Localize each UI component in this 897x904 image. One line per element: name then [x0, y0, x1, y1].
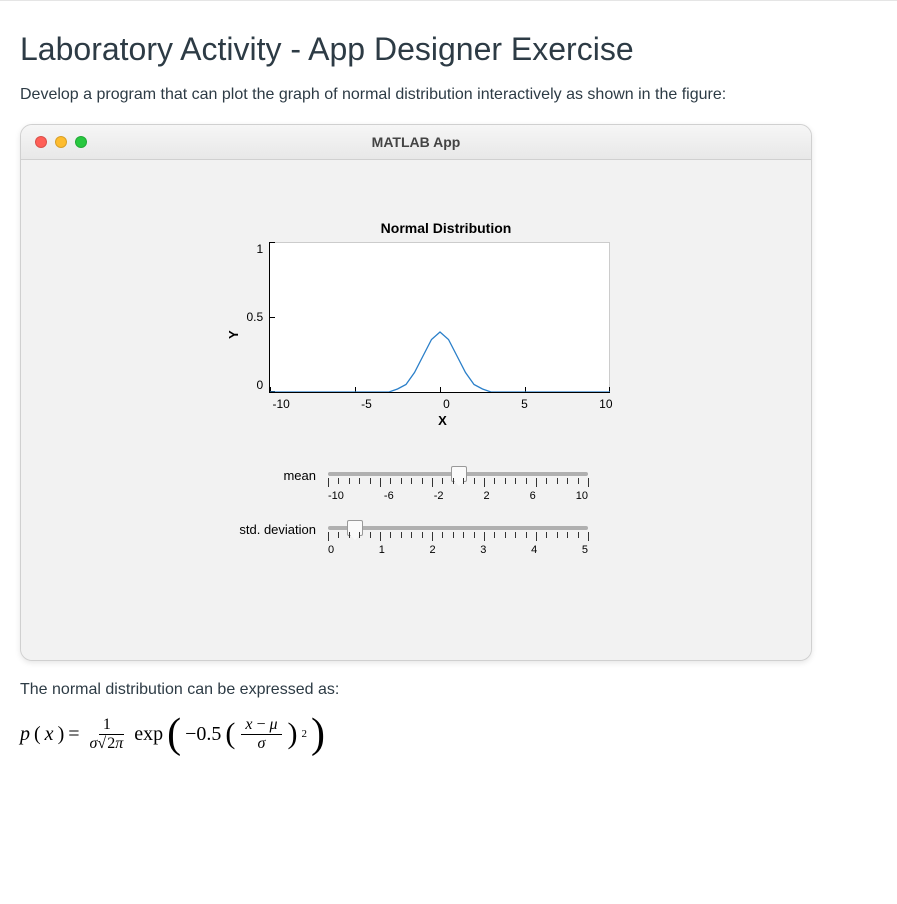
- y-tick: 0: [257, 378, 264, 392]
- page: Laboratory Activity - App Designer Exerc…: [0, 0, 897, 785]
- window-title: MATLAB App: [21, 134, 811, 150]
- controls: mean -10 -6 -2 2 6 10: [206, 468, 626, 576]
- mean-label: mean: [206, 468, 328, 483]
- plot-wrap: Y 1 0.5 0: [220, 242, 613, 428]
- mean-slider-labels: -10 -6 -2 2 6 10: [328, 490, 588, 502]
- f-frac2: x − μ σ: [241, 716, 281, 752]
- f-frac1: 1 σ√2π: [86, 716, 129, 752]
- tick-label: 2: [483, 490, 489, 502]
- mean-slider-ticks: [328, 478, 588, 488]
- f-square: 2: [302, 728, 308, 740]
- tick-label: 6: [530, 490, 536, 502]
- normal-curve: [270, 242, 610, 392]
- f-exp: exp: [134, 723, 163, 746]
- app-body: Normal Distribution Y 1 0.5 0: [21, 160, 811, 660]
- window-titlebar: MATLAB App: [21, 125, 811, 160]
- tick-label: -6: [384, 490, 394, 502]
- f-x: x: [45, 723, 54, 746]
- plot-area: [269, 242, 610, 393]
- app-window: MATLAB App Normal Distribution Y 1 0.5 0: [20, 124, 812, 661]
- tick-label: 1: [379, 544, 385, 556]
- stddev-slider-ticks: [328, 532, 588, 542]
- stddev-label: std. deviation: [206, 522, 328, 537]
- mean-slider[interactable]: [328, 472, 588, 476]
- x-tick: 10: [599, 397, 612, 411]
- f-frac1-den: σ√2π: [86, 735, 129, 753]
- x-tick: -5: [361, 397, 372, 411]
- tick-label: 3: [480, 544, 486, 556]
- mean-control: mean -10 -6 -2 2 6 10: [206, 468, 626, 502]
- tick-label: 0: [328, 544, 334, 556]
- tick-label: 10: [576, 490, 588, 502]
- page-title: Laboratory Activity - App Designer Exerc…: [20, 31, 877, 68]
- formula: p(x) = 1 σ√2π exp ( −0.5 ( x − μ σ )2 ): [20, 713, 877, 755]
- y-axis-ticks: 1 0.5 0: [247, 242, 270, 392]
- y-tick: 0.5: [247, 310, 264, 324]
- x-tick: 0: [443, 397, 450, 411]
- tick-label: -2: [434, 490, 444, 502]
- f-eq: =: [68, 723, 79, 746]
- x-tick: 5: [521, 397, 528, 411]
- tick-label: 5: [582, 544, 588, 556]
- y-axis-label: Y: [220, 242, 247, 428]
- tick-label: 4: [531, 544, 537, 556]
- tick-label: -10: [328, 490, 344, 502]
- f-frac1-num: 1: [99, 716, 115, 735]
- intro-text: Develop a program that can plot the grap…: [20, 86, 877, 104]
- stddev-slider-labels: 0 1 2 3 4 5: [328, 544, 588, 556]
- stddev-control: std. deviation 0 1 2 3 4 5: [206, 522, 626, 556]
- x-axis-label: X: [273, 411, 613, 428]
- tick-label: 2: [430, 544, 436, 556]
- plot-title: Normal Distribution: [61, 220, 771, 236]
- f-p: p: [20, 723, 30, 746]
- y-tick: 1: [257, 242, 264, 256]
- x-tick: -10: [273, 397, 290, 411]
- post-text: The normal distribution can be expressed…: [20, 681, 877, 699]
- stddev-slider[interactable]: [328, 526, 588, 530]
- f-coef: −0.5: [185, 723, 221, 746]
- x-axis-ticks: -10 -5 0 5 10: [273, 393, 613, 411]
